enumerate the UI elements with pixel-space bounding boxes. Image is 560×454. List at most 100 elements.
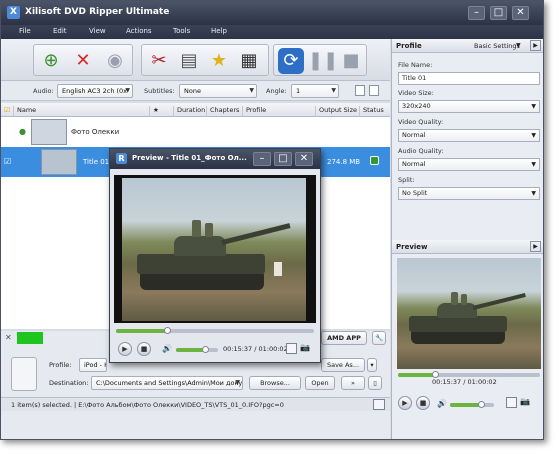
remove-icon[interactable]: ✕	[70, 48, 96, 74]
app-logo-icon: R	[116, 153, 127, 164]
preview-window-titlebar: R Preview - Title 01_Фото Ол... – □ ✕	[110, 149, 320, 169]
settings-wrench-icon[interactable]: 🔧	[372, 331, 386, 345]
menu-edit[interactable]: Edit	[53, 27, 67, 35]
chevron-down-icon[interactable]: ▼	[516, 42, 521, 49]
expand-icon[interactable]: ▶	[530, 241, 541, 252]
angle-select[interactable]: 1 ▼	[291, 84, 339, 98]
tank-gun	[221, 223, 291, 245]
video-size-select[interactable]: 320x240 ▼	[398, 100, 540, 113]
save-as-button[interactable]: Save As...	[321, 358, 365, 372]
stop-button[interactable]: ■	[137, 342, 151, 356]
title-bar: X Xilisoft DVD Ripper Ultimate – □ ✕	[1, 1, 543, 25]
fullscreen-icon[interactable]	[286, 343, 297, 354]
stop-icon[interactable]: ■	[338, 48, 364, 74]
preview-seek-bar[interactable]	[398, 373, 540, 377]
minimize-button[interactable]: –	[253, 152, 271, 166]
destination-label: Destination:	[49, 379, 89, 387]
subtitles-select[interactable]: None ▼	[179, 84, 257, 98]
split-label: Split:	[398, 176, 415, 184]
basic-settings-select[interactable]: Basic Settings	[474, 42, 520, 50]
minimize-button[interactable]: –	[468, 6, 485, 20]
menu-tools[interactable]: Tools	[173, 27, 190, 35]
audio-label: Audio:	[33, 87, 54, 95]
audio-select[interactable]: English AC3 2ch (0x ▼	[57, 84, 133, 98]
list-item[interactable]: ● Фото Олекки	[1, 117, 390, 147]
tank-hull	[409, 316, 507, 332]
profile-label: Profile:	[49, 361, 72, 369]
check-all-icon[interactable]: ☑	[1, 106, 10, 117]
volume-icon[interactable]: 🔊	[162, 344, 172, 353]
volume-slider[interactable]	[176, 348, 218, 352]
window-title: Xilisoft DVD Ripper Ultimate	[25, 7, 170, 17]
menu-help[interactable]: Help	[211, 27, 227, 35]
save-as-dropdown[interactable]: ▾	[367, 358, 377, 372]
split-select[interactable]: No Split ▼	[398, 187, 540, 200]
audio-value: English AC3 2ch (0x	[62, 87, 128, 95]
cut-icon[interactable]: ✂	[146, 48, 172, 74]
stop-button[interactable]: ■	[416, 396, 430, 410]
profile-select[interactable]: iPod - H...	[79, 358, 107, 372]
snapshot-icon[interactable]: 📷	[300, 343, 310, 352]
col-status[interactable]: Status	[359, 106, 384, 117]
snapshot-icon[interactable]: 📷	[520, 397, 530, 406]
volume-slider[interactable]	[450, 403, 494, 407]
pause-icon[interactable]: ❚❚	[308, 48, 338, 74]
title-thumbnail	[41, 149, 77, 175]
audio-quality-value: Normal	[402, 160, 426, 168]
close-button[interactable]: ✕	[512, 6, 529, 20]
volume-icon[interactable]: 🔊	[437, 399, 447, 408]
log-icon[interactable]	[373, 399, 385, 410]
amd-app-button[interactable]: AMD APP	[321, 331, 367, 345]
add-dvd-icon[interactable]: ⊕	[38, 48, 64, 74]
video-size-label: Video Size:	[398, 89, 434, 97]
play-button[interactable]: ▶	[118, 342, 132, 356]
destination-value: C:\Documents and Settings\Admin\Мои доку…	[96, 379, 243, 387]
file-name-input[interactable]: Title 01	[398, 72, 540, 85]
device-transfer-icon[interactable]: ▯	[368, 376, 382, 390]
audio-quality-label: Audio Quality:	[398, 147, 444, 155]
open-button[interactable]: Open	[305, 376, 335, 390]
menu-actions[interactable]: Actions	[126, 27, 152, 35]
col-duration[interactable]: Duration	[173, 106, 205, 117]
col-output-size[interactable]: Output Size	[315, 106, 357, 117]
fullscreen-icon[interactable]	[506, 397, 517, 408]
expand-icon[interactable]: ▶	[530, 40, 541, 51]
soldier	[205, 223, 213, 237]
detail-view-icon[interactable]	[369, 85, 379, 96]
browse-button[interactable]: Browse...	[249, 376, 301, 390]
col-chapters[interactable]: Chapters	[206, 106, 239, 117]
maximize-button[interactable]: □	[274, 152, 292, 166]
play-button[interactable]: ▶	[398, 396, 412, 410]
list-view-icon[interactable]	[355, 85, 365, 96]
app-logo-icon: X	[7, 6, 20, 19]
row-output-size: 274.8 MB	[327, 158, 361, 166]
volume-knob[interactable]	[477, 401, 485, 408]
toolbar-group-convert: ⟳ ❚❚ ■	[273, 44, 367, 76]
menu-view[interactable]: View	[89, 27, 106, 35]
preview-seek-knob[interactable]	[431, 371, 439, 378]
effects-icon[interactable]: ★	[206, 48, 232, 74]
col-profile[interactable]: Profile	[242, 106, 266, 117]
disc-icon[interactable]: ◉	[102, 48, 128, 74]
preview-window-seek-bar[interactable]	[116, 329, 314, 333]
row-checkbox[interactable]: ☑	[4, 157, 11, 166]
preview-seek-fill	[398, 373, 435, 377]
preview-video-frame	[122, 178, 306, 321]
destination-select[interactable]: C:\Documents and Settings\Admin\Мои доку…	[91, 376, 243, 390]
segment-icon[interactable]: ▤	[176, 48, 202, 74]
chevron-down-icon: ▼	[125, 87, 130, 94]
close-icon[interactable]: ✕	[5, 333, 12, 342]
video-quality-select[interactable]: Normal ▼	[398, 129, 540, 142]
forward-icon[interactable]: »	[341, 376, 365, 390]
merge-icon[interactable]: ▦	[236, 48, 262, 74]
menu-file[interactable]: File	[19, 27, 31, 35]
profile-panel-header: Profile Basic Settings ▼ ▶	[392, 39, 543, 53]
audio-quality-select[interactable]: Normal ▼	[398, 158, 540, 171]
tank-turret	[437, 303, 477, 318]
maximize-button[interactable]: □	[490, 6, 507, 20]
col-star[interactable]: ★	[149, 106, 159, 117]
convert-icon[interactable]: ⟳	[278, 48, 304, 74]
col-name[interactable]: Name	[13, 106, 36, 117]
close-button[interactable]: ✕	[295, 152, 313, 166]
chevron-down-icon: ▼	[531, 132, 536, 139]
